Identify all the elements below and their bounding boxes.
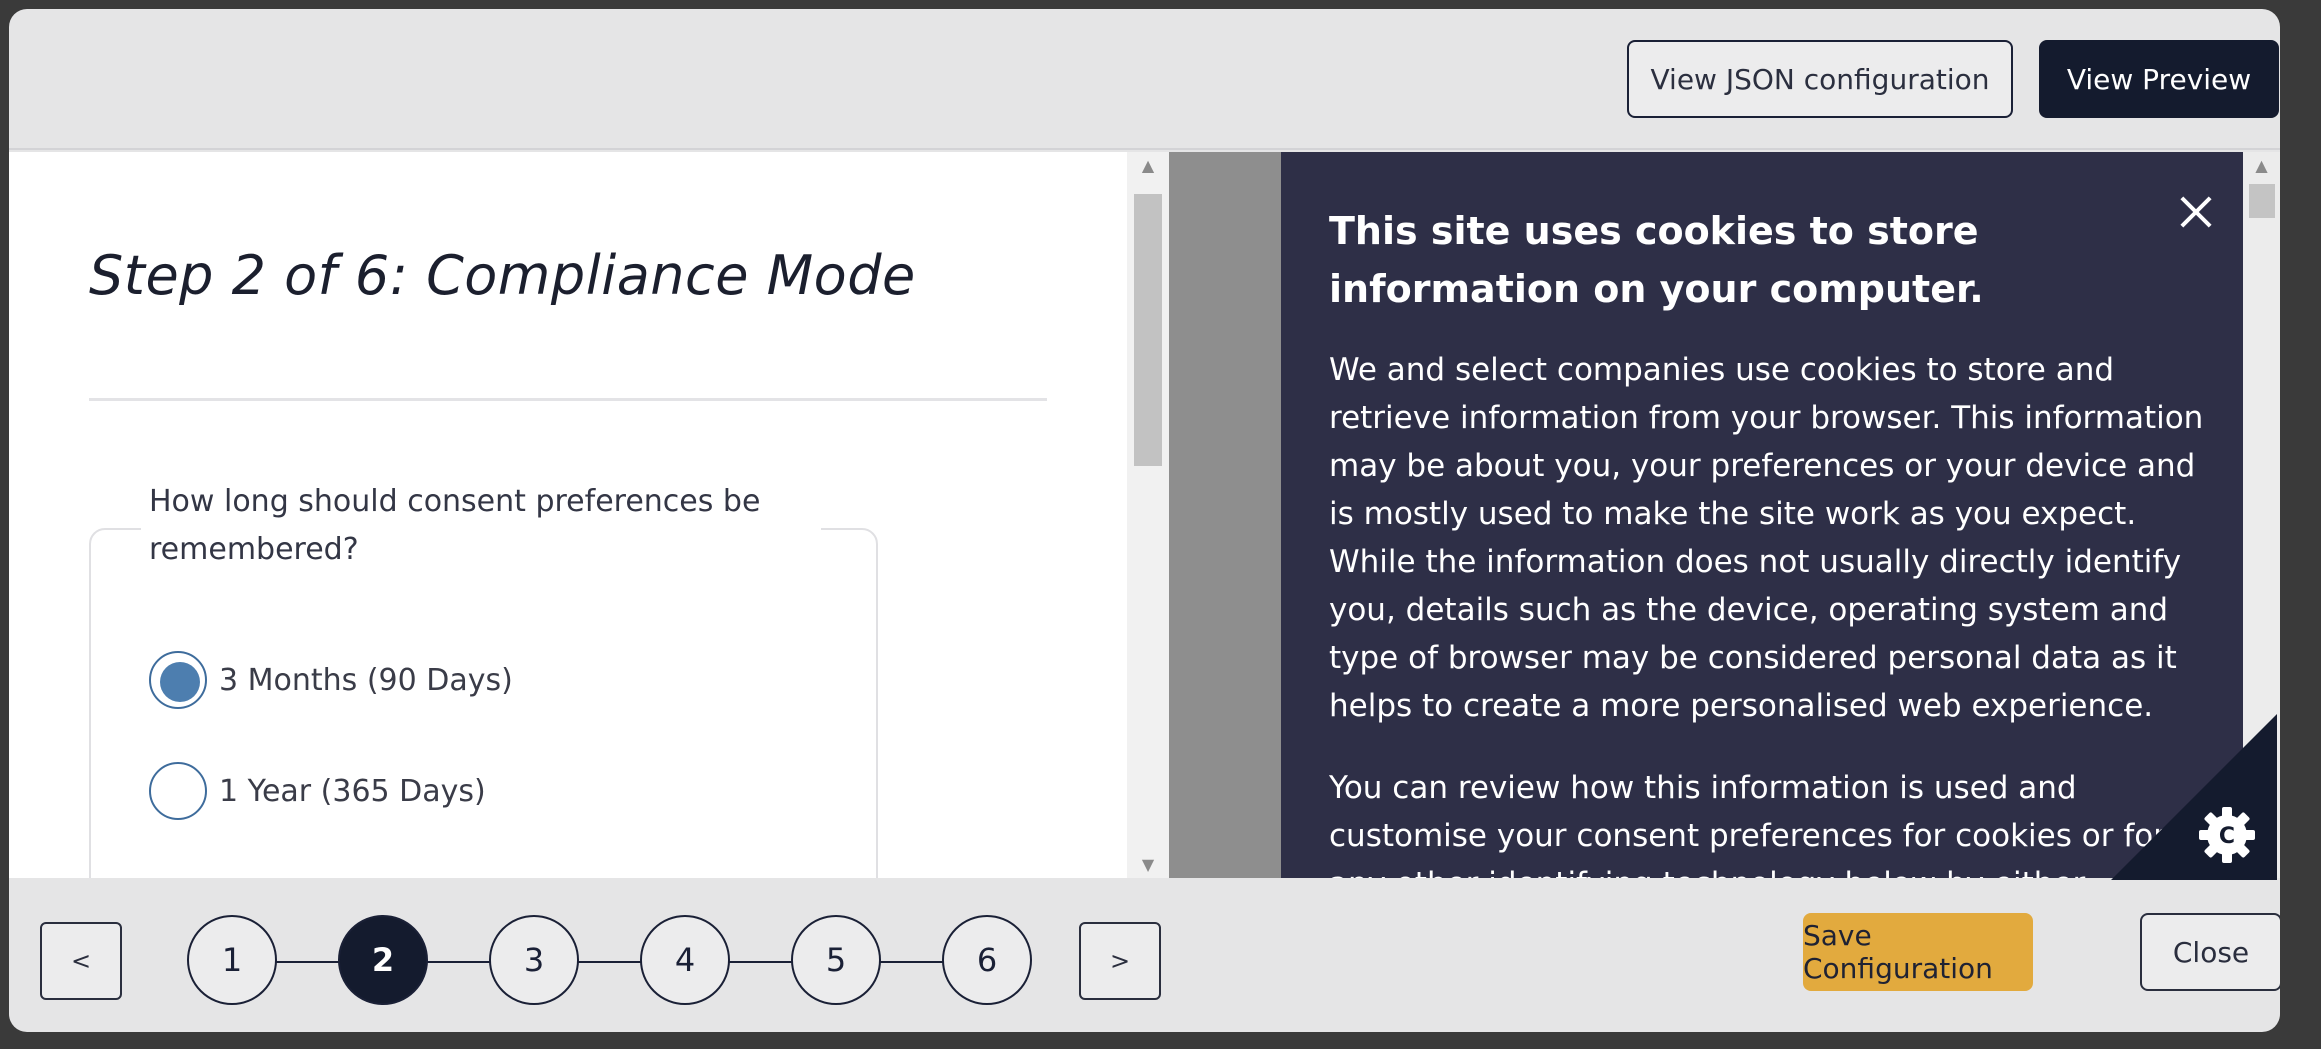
banner-paragraph: We and select companies use cookies to s… [1329,352,2204,724]
step-3[interactable]: 3 [489,915,579,1005]
cookie-settings-badge[interactable]: C [2111,714,2277,880]
view-preview-button[interactable]: View Preview [2039,40,2279,118]
save-configuration-button[interactable]: Save Configuration [1803,913,2033,991]
preview-scrollbar-thumb[interactable] [2249,184,2275,218]
view-json-configuration-button[interactable]: View JSON configuration [1627,40,2013,118]
radio-1-year[interactable] [149,762,207,820]
option-label: 1 Year (365 Days) [219,773,486,809]
configuration-modal: View JSON configuration View Preview Ste… [9,9,2280,1032]
form-pane: Step 2 of 6: Compliance Mode How long sh… [9,152,1127,878]
step-5[interactable]: 5 [791,915,881,1005]
modal-footer: < 1 2 3 4 5 6 > Save Configuration Close [9,878,2280,1032]
step-1[interactable]: 1 [187,915,277,1005]
form-scrollbar[interactable]: ▲ ▼ [1127,152,1169,878]
close-button[interactable]: Close [2140,913,2280,991]
consent-duration-question: How long should consent preferences be r… [141,478,821,582]
step-4[interactable]: 4 [640,915,730,1005]
scroll-down-arrow-icon[interactable]: ▼ [1127,855,1169,874]
previous-step-button[interactable]: < [40,922,122,1000]
form-scrollbar-thumb[interactable] [1134,194,1162,466]
option-3-months[interactable]: 3 Months (90 Days) [149,651,513,709]
option-label: 3 Months (90 Days) [219,662,513,698]
step-6[interactable]: 6 [942,915,1032,1005]
badge-letter: C [2219,824,2235,849]
next-step-button[interactable]: > [1079,922,1161,1000]
title-divider [89,398,1047,401]
preview-pane: This site uses cookies to store informat… [1169,152,2243,878]
cookie-banner-preview: This site uses cookies to store informat… [1281,152,2243,878]
banner-title: This site uses cookies to store informat… [1329,209,1984,311]
banner-paragraph: You can review how this information is u… [1329,770,2166,878]
modal-header: View JSON configuration View Preview [9,9,2280,150]
option-1-year[interactable]: 1 Year (365 Days) [149,762,486,820]
close-icon[interactable] [2171,188,2221,238]
page-title: Step 2 of 6: Compliance Mode [89,244,916,307]
scroll-up-arrow-icon[interactable]: ▲ [2243,156,2280,175]
radio-3-months[interactable] [149,651,207,709]
badge-triangle [2111,714,2277,880]
scroll-up-arrow-icon[interactable]: ▲ [1127,156,1169,175]
cookie-gear-icon: C [2199,807,2255,863]
step-2[interactable]: 2 [338,915,428,1005]
